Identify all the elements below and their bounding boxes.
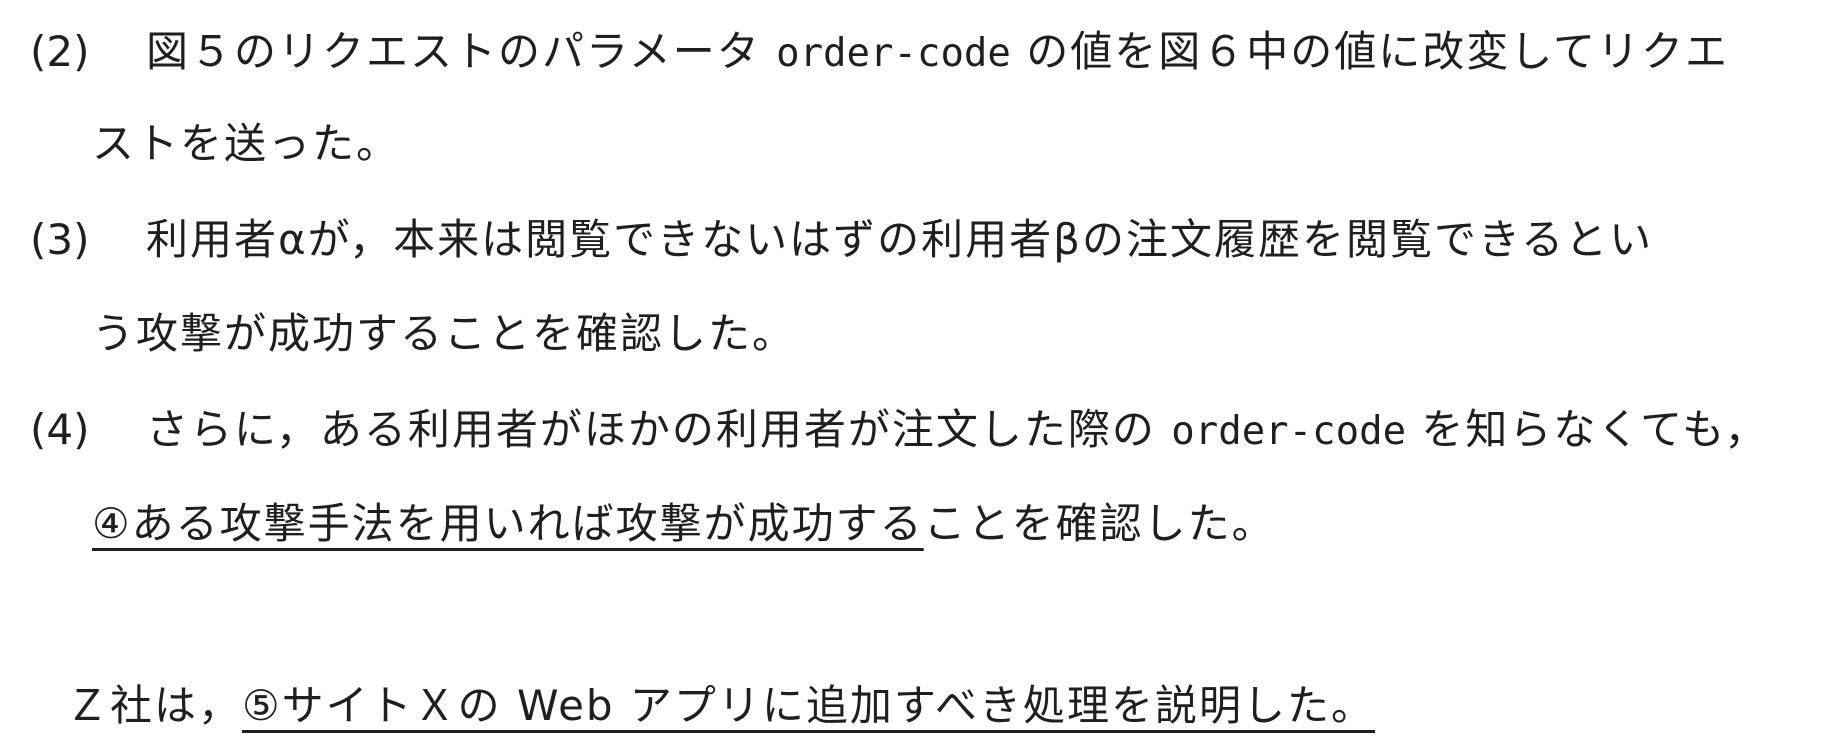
closing-prefix: Ｚ社は， [66, 681, 243, 730]
item-text: の値を図６中の値に改変してリクエ [1010, 27, 1729, 76]
underlined-question-5: ⑤サイトＸの Web アプリに追加すべき処理を説明した。 [242, 681, 1375, 730]
item-text: 図５のリクエストのパラメータ [146, 27, 777, 76]
item-3-line-1: (3) 利用者αが，本来は閲覧できないはずの利用者βの注文履歴を閲覧できるとい [30, 212, 1653, 268]
item-text: を知らなくても， [1406, 405, 1769, 454]
item-4-line-2: ④ある攻撃手法を用いれば攻撃が成功することを確認した。 [92, 496, 1276, 552]
item-2-line-1: (2) 図５のリクエストのパラメータ order-code の値を図６中の値に改変… [30, 24, 1729, 82]
underlined-question-4: ④ある攻撃手法を用いれば攻撃が成功する [92, 499, 924, 548]
parameter-code: order-code [1171, 409, 1407, 454]
document-page: (2) 図５のリクエストのパラメータ order-code の値を図６中の値に改変… [0, 0, 1836, 748]
parameter-code: order-code [776, 31, 1011, 76]
item-text: ことを確認した。 [923, 499, 1276, 548]
closing-sentence: Ｚ社は，⑤サイトＸの Web アプリに追加すべき処理を説明した。 [66, 678, 1375, 734]
item-text: さらに，ある利用者がほかの利用者が注文した際の [146, 405, 1172, 454]
item-number: (4) [30, 405, 90, 454]
item-number: (3) [30, 215, 90, 264]
item-text: 利用者αが，本来は閲覧できないはずの利用者βの注文履歴を閲覧できるとい [146, 215, 1654, 264]
item-4-line-1: (4) さらに，ある利用者がほかの利用者が注文した際の order-code を知… [30, 402, 1768, 460]
item-3-line-2: う攻撃が成功することを確認した。 [92, 309, 797, 358]
item-2-line-2: ストを送った。 [92, 119, 401, 168]
item-number: (2) [30, 27, 90, 76]
